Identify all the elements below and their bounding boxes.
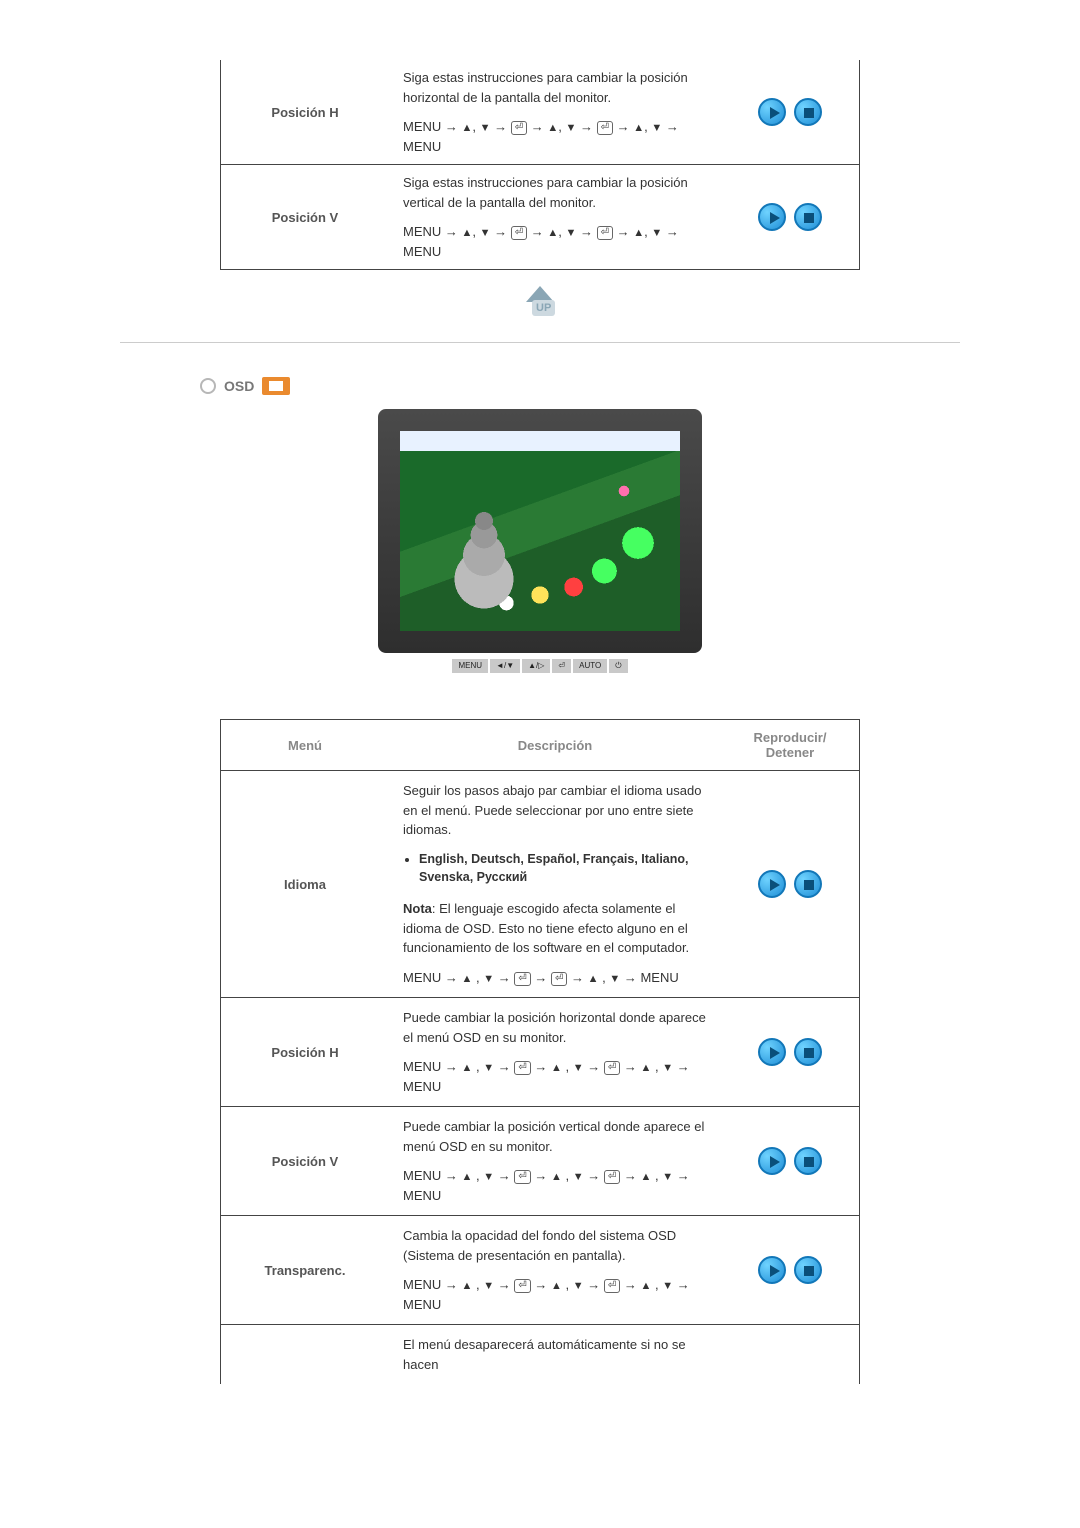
nav-sequence: MENU → ▲ , ▼ → ⏎ → ▲ , ▼ → ⏎ → ▲ , ▼ → M… xyxy=(403,1057,707,1096)
enter-icon: ⏎ xyxy=(604,1061,620,1075)
play-icon[interactable] xyxy=(758,203,786,231)
stop-icon[interactable] xyxy=(794,98,822,126)
note-body: : El lenguaje escogido afecta solamente … xyxy=(403,901,689,955)
col-play: Reproducir/ Detener xyxy=(721,720,860,771)
section-title: OSD xyxy=(224,378,254,394)
play-icon[interactable] xyxy=(758,1038,786,1066)
up-icon[interactable] xyxy=(518,286,562,320)
desc-text: Puede cambiar la posición vertical donde… xyxy=(403,1117,707,1156)
enter-icon: ⏎ xyxy=(551,972,567,986)
desc-text: El menú desaparecerá automáticamente si … xyxy=(403,1335,707,1374)
col-menu: Menú xyxy=(221,720,390,771)
enter-icon: ⏎ xyxy=(604,1170,620,1184)
desc-text: Cambia la opacidad del fondo del sistema… xyxy=(403,1226,707,1265)
osd-table: Menú Descripción Reproducir/ Detener Idi… xyxy=(220,719,860,1384)
nav-sequence: MENU → ▲ , ▼ → ⏎ → ▲ , ▼ → ⏎ → ▲ , ▼ → M… xyxy=(403,1275,707,1314)
desc-text: Puede cambiar la posición horizontal don… xyxy=(403,1008,707,1047)
col-desc: Descripción xyxy=(389,720,721,771)
enter-icon: ⏎ xyxy=(514,1170,530,1184)
row-label: Posición H xyxy=(221,60,390,165)
desc-text: Siga estas instrucciones para cambiar la… xyxy=(403,173,707,212)
stop-icon[interactable] xyxy=(794,870,822,898)
monitor-button-strip: MENU ◄/▼ ▲/▷ ⏎ AUTO ⏻ xyxy=(120,659,960,673)
monitor-btn: ▲/▷ xyxy=(522,659,550,673)
monitor-btn: ⏎ xyxy=(552,659,571,673)
row-label: Transparenc. xyxy=(221,1216,390,1325)
language-list: English, Deutsch, Español, Français, Ita… xyxy=(419,850,707,888)
enter-icon: ⏎ xyxy=(514,1279,530,1293)
enter-icon: ⏎ xyxy=(514,972,530,986)
row-label: Idioma xyxy=(221,771,390,998)
monitor-btn: ◄/▼ xyxy=(490,659,520,673)
play-icon[interactable] xyxy=(758,1256,786,1284)
row-label xyxy=(221,1325,390,1385)
position-table: Posición H Siga estas instrucciones para… xyxy=(220,60,860,270)
row-desc: Siga estas instrucciones para cambiar la… xyxy=(389,60,721,165)
monitor-btn: ⏻ xyxy=(609,659,627,673)
row-label: Posición V xyxy=(221,1107,390,1216)
enter-icon: ⏎ xyxy=(604,1279,620,1293)
stop-icon[interactable] xyxy=(794,1038,822,1066)
nav-prefix: MENU → xyxy=(403,970,462,985)
enter-icon: ⏎ xyxy=(514,1061,530,1075)
enter-icon: ⏎ xyxy=(511,121,527,135)
row-label: Posición V xyxy=(221,165,390,270)
stop-icon[interactable] xyxy=(794,1147,822,1175)
nav-prefix: MENU → xyxy=(403,119,462,134)
nav-sequence: MENU → ▲ , ▼ → ⏎ → ▲ , ▼ → ⏎ → ▲ , ▼ → M… xyxy=(403,1166,707,1205)
nav-prefix: MENU → xyxy=(403,1277,462,1292)
row-desc: Siga estas instrucciones para cambiar la… xyxy=(389,165,721,270)
enter-icon: ⏎ xyxy=(597,226,613,240)
enter-icon: ⏎ xyxy=(597,121,613,135)
nav-suffix: → MENU xyxy=(620,970,679,985)
divider xyxy=(120,342,960,343)
section-header: OSD xyxy=(200,377,960,395)
play-icon[interactable] xyxy=(758,98,786,126)
enter-icon: ⏎ xyxy=(511,226,527,240)
nav-prefix: MENU → xyxy=(403,224,462,239)
nav-prefix: MENU → xyxy=(403,1168,462,1183)
nav-prefix: MENU → xyxy=(403,1059,462,1074)
note-text: Nota: El lenguaje escogido afecta solame… xyxy=(403,899,707,958)
stop-icon[interactable] xyxy=(794,1256,822,1284)
play-icon[interactable] xyxy=(758,1147,786,1175)
bullet-icon xyxy=(200,378,216,394)
note-label: Nota xyxy=(403,901,432,916)
desc-text: Siga estas instrucciones para cambiar la… xyxy=(403,68,707,107)
monitor-btn: AUTO xyxy=(573,659,607,673)
desc-text: Seguir los pasos abajo par cambiar el id… xyxy=(403,781,707,840)
nav-sequence: MENU → ▲, ▼ → ⏎ → ▲, ▼ → ⏎ → ▲, ▼ → MENU xyxy=(403,222,707,261)
osd-icon xyxy=(262,377,290,395)
nav-sequence: MENU → ▲ , ▼ → ⏎ → ⏎ → ▲ , ▼ → MENU xyxy=(403,968,707,988)
stop-icon[interactable] xyxy=(794,203,822,231)
nav-sequence: MENU → ▲, ▼ → ⏎ → ▲, ▼ → ⏎ → ▲, ▼ → MENU xyxy=(403,117,707,156)
row-label: Posición H xyxy=(221,998,390,1107)
monitor-illustration: MENU ◄/▼ ▲/▷ ⏎ AUTO ⏻ xyxy=(120,409,960,673)
monitor-btn: MENU xyxy=(452,659,488,673)
play-icon[interactable] xyxy=(758,870,786,898)
